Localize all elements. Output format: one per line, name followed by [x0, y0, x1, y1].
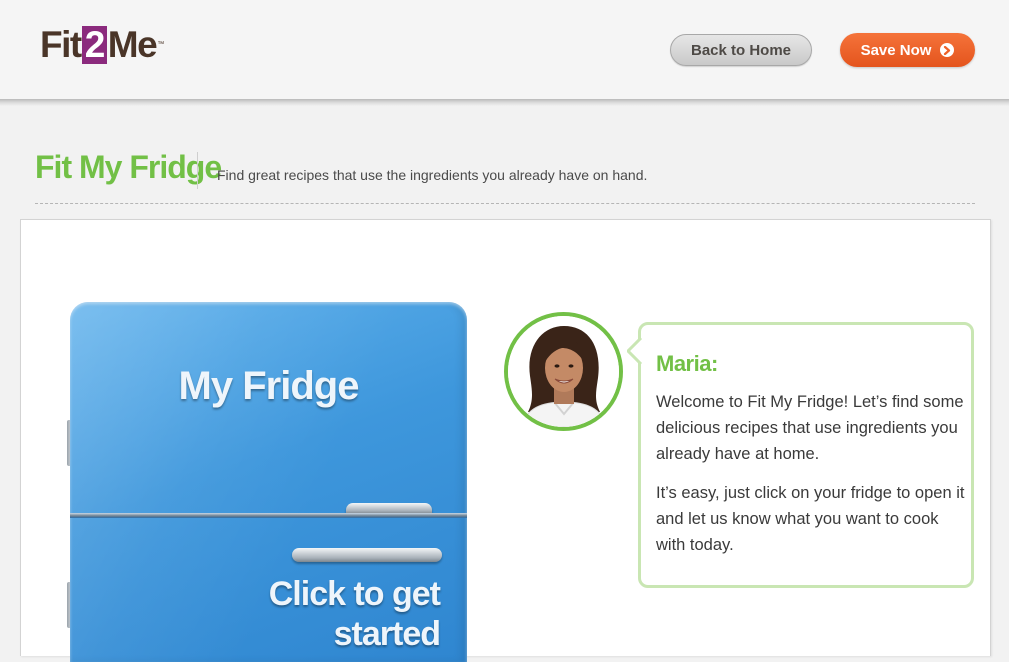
- header-shadow: [0, 99, 1009, 106]
- avatar: [504, 312, 623, 431]
- back-to-home-label: Back to Home: [690, 41, 792, 59]
- fridge-label: My Fridge: [178, 364, 360, 408]
- instruction-message: It’s easy, just click on your fridge to …: [656, 484, 965, 554]
- chevron-right-circle-icon: [940, 43, 955, 57]
- title-divider: [197, 152, 198, 189]
- fridge-handle-bottom: [292, 548, 442, 562]
- fit2me-logo[interactable]: Fit 2 Me™: [40, 24, 164, 66]
- welcome-message: Welcome to Fit My Fridge! Let’s find som…: [656, 393, 964, 463]
- page-subtitle: Find great recipes that use the ingredie…: [217, 167, 648, 183]
- save-now-button[interactable]: Save Now: [840, 33, 975, 67]
- back-to-home-button[interactable]: Back to Home: [670, 34, 812, 66]
- fridge-door-seam: [70, 513, 467, 518]
- save-now-label: Save Now: [860, 41, 932, 59]
- fridge-button[interactable]: My Fridge Click to get started: [70, 302, 467, 662]
- person-portrait-icon: [508, 316, 619, 427]
- page-title: Fit My Fridge: [35, 149, 222, 185]
- dashed-divider: [35, 203, 975, 204]
- speaker-name: Maria:: [656, 351, 718, 376]
- site-header: Fit 2 Me™ Back to Home Save Now: [0, 0, 1009, 101]
- fridge-cta-text: Click to get started: [268, 575, 441, 653]
